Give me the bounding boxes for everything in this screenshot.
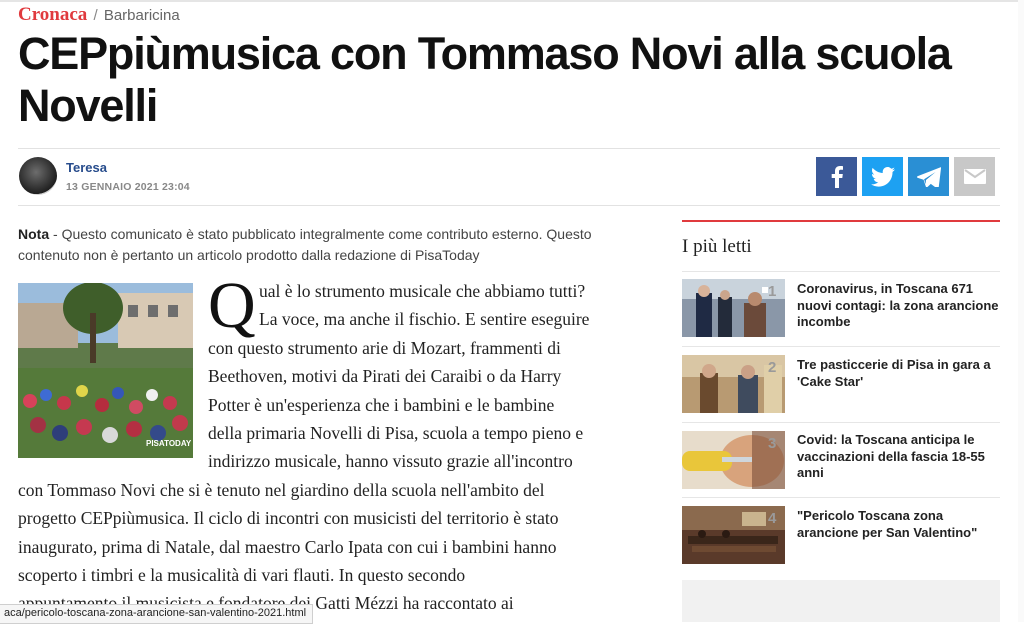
- article-photo[interactable]: PISATODAY: [18, 283, 193, 458]
- sidebar-title: I più letti: [682, 236, 752, 257]
- share-twitter-button[interactable]: [862, 157, 903, 196]
- author-avatar[interactable]: [19, 157, 57, 195]
- paragraph-line: La voce, ma anche il fischio. E sentire …: [259, 309, 590, 330]
- article-title: CEPpiùmusica con Tommaso Novi alla scuol…: [18, 28, 952, 131]
- breadcrumb-subsection-link[interactable]: Barbaricina: [104, 7, 180, 24]
- author-name[interactable]: Teresa: [66, 160, 107, 175]
- most-read-item[interactable]: 4 "Pericolo Toscana zona arancione per S…: [682, 506, 1000, 566]
- telegram-icon: [916, 166, 941, 187]
- facebook-icon: [831, 165, 843, 188]
- sidebar-divider: [682, 346, 1000, 347]
- most-read-title[interactable]: "Pericolo Toscana zona arancione per San…: [797, 508, 1001, 541]
- paragraph-line: con questo strumento arie di Mozart, fra…: [208, 337, 561, 358]
- share-telegram-button[interactable]: [908, 157, 949, 196]
- paragraph-line: indirizzo musicale, hanno vissuto grazie…: [208, 451, 573, 472]
- most-read-rank: 3: [768, 435, 777, 452]
- sidebar-divider: [682, 422, 1000, 423]
- most-read-title[interactable]: Tre pasticcerie di Pisa in gara a 'Cake …: [797, 357, 1001, 390]
- breadcrumb-section-link[interactable]: Cronaca: [18, 4, 87, 25]
- breadcrumb-separator: /: [93, 7, 98, 24]
- paragraph-line: con Tommaso Novi che si è tenuto nel gia…: [18, 479, 545, 500]
- publish-date: 13 GENNAIO 2021 23:04: [66, 181, 190, 193]
- paragraph-line: della primaria Novelli di Pisa, scuola a…: [208, 423, 584, 443]
- note-label: Nota: [18, 226, 50, 242]
- sidebar-accent-rule: [682, 220, 1000, 222]
- most-read-rank: 2: [768, 359, 777, 376]
- paragraph-line: progetto CEPpiùmusica. Il ciclo di incon…: [18, 508, 559, 529]
- most-read-item[interactable]: 3 Covid: la Toscana anticipa le vaccinaz…: [682, 431, 1000, 491]
- share-email-button[interactable]: [954, 157, 995, 196]
- paragraph-line: ual è lo strumento musicale che abbiamo …: [259, 281, 586, 301]
- most-read-rank: 4: [768, 510, 777, 527]
- paragraph-line: Potter è un'esperienza che i bambini e l…: [208, 394, 555, 415]
- most-read-item[interactable]: 2 Tre pasticcerie di Pisa in gara a 'Cak…: [682, 355, 1000, 415]
- paragraph-line: inaugurato, prima di Natale, dal maestro…: [18, 536, 557, 557]
- top-border: [0, 0, 1024, 2]
- browser-status-bar: aca/pericolo-toscana-zona-arancione-san-…: [0, 604, 314, 624]
- twitter-icon: [870, 166, 895, 187]
- note-text: - Questo comunicato è stato pubblicato i…: [18, 226, 592, 263]
- sidebar-divider: [682, 497, 1000, 498]
- most-read-title[interactable]: Covid: la Toscana anticipa le vaccinazio…: [797, 432, 1001, 482]
- drop-cap: Q: [208, 269, 256, 342]
- divider: [18, 148, 1000, 149]
- breadcrumb: Cronaca / Barbaricina: [18, 4, 180, 26]
- paragraph-line: Beethoven, motivi da Pirati dei Caraibi …: [208, 366, 562, 387]
- most-read-rank: 1: [768, 283, 777, 300]
- children-in-garden-photo: [18, 283, 193, 458]
- external-contribution-note: Nota - Questo comunicato è stato pubblic…: [18, 224, 638, 266]
- paragraph-line: scoperto i timbri e la musicalità di var…: [18, 565, 466, 585]
- photo-watermark: PISATODAY: [146, 439, 192, 448]
- share-facebook-button[interactable]: [816, 157, 857, 196]
- advertisement-placeholder: [682, 580, 1000, 622]
- divider: [18, 205, 1000, 206]
- most-read-item[interactable]: 1 Coronavirus, in Toscana 671 nuovi cont…: [682, 279, 1000, 339]
- page-scrollbar[interactable]: [1018, 0, 1024, 622]
- email-icon: [963, 169, 986, 184]
- sidebar-divider: [682, 271, 1000, 272]
- most-read-title[interactable]: Coronavirus, in Toscana 671 nuovi contag…: [797, 281, 1001, 331]
